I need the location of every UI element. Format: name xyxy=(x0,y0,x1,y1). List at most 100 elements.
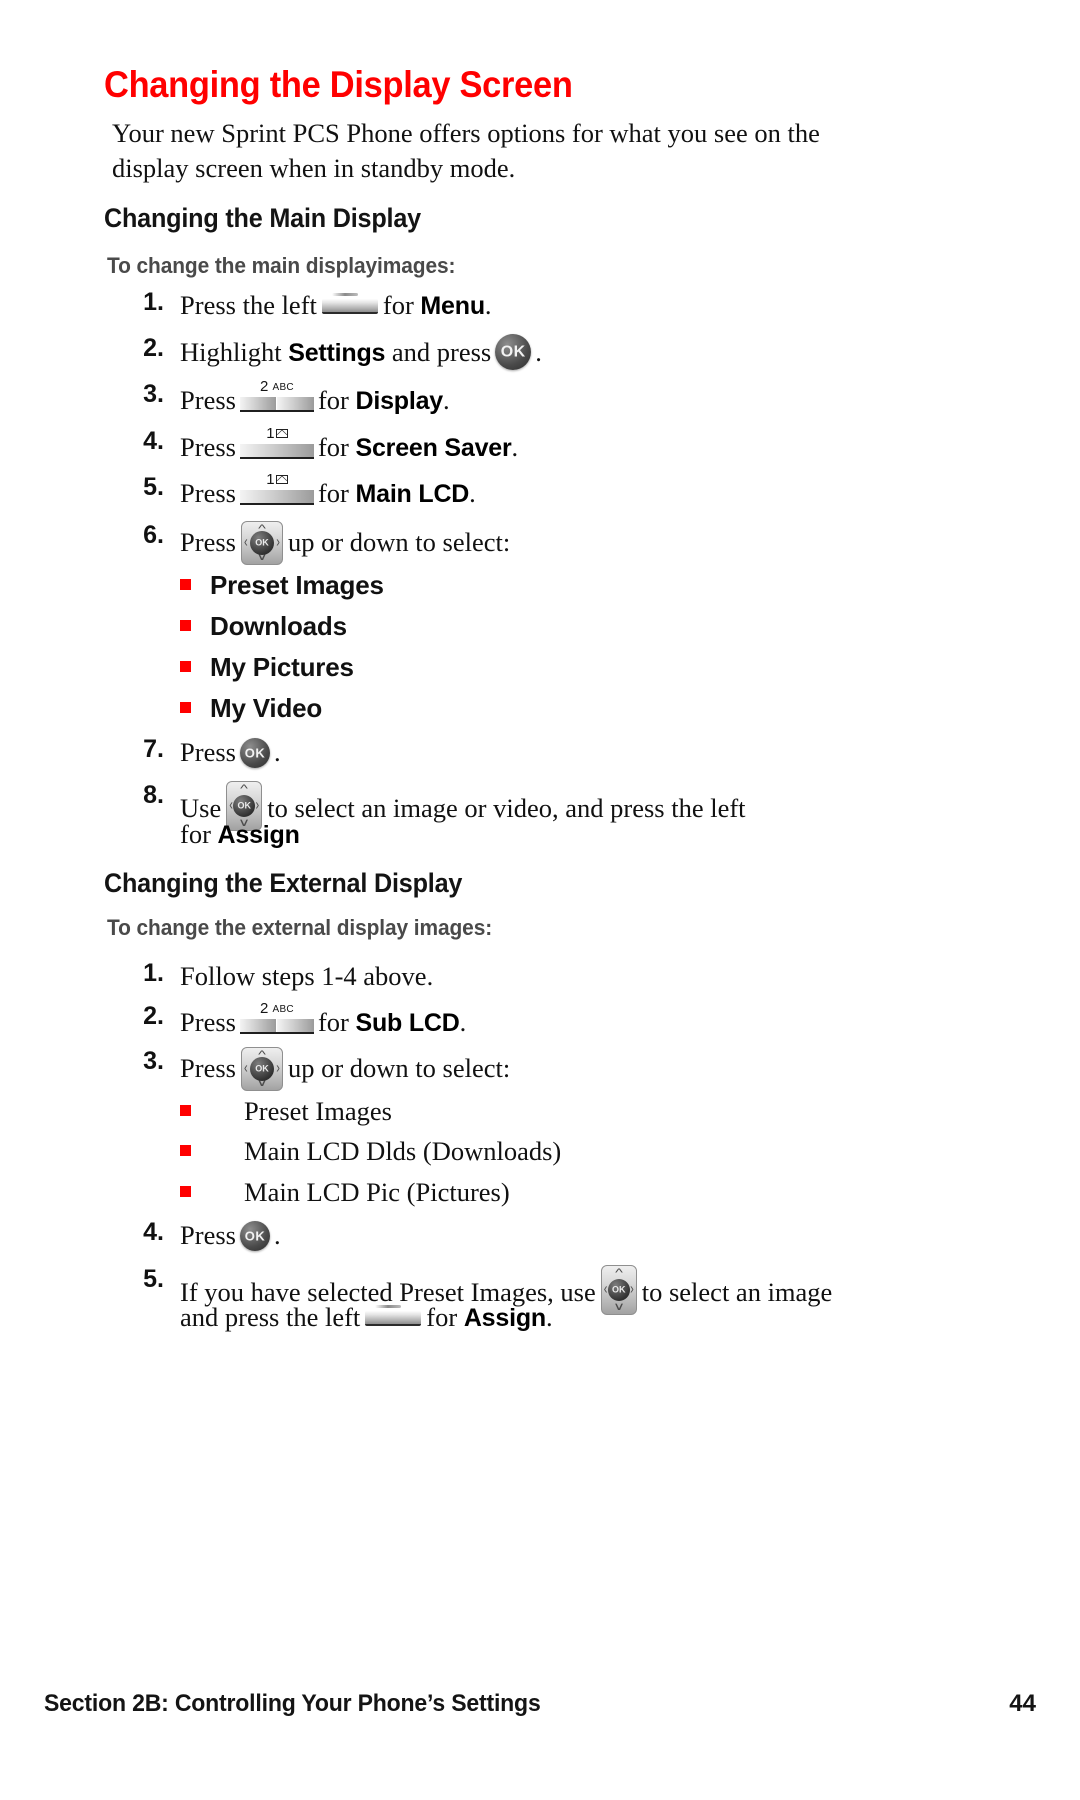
list-item: Preset Images xyxy=(180,1096,392,1127)
step-number: 4. xyxy=(143,427,164,455)
step-emphasis: Screen Saver xyxy=(355,434,512,462)
step-text-after: up or down to select: xyxy=(287,1053,511,1083)
step-text-after: for xyxy=(317,1007,349,1037)
list-item-label: Main LCD Pic (Pictures) xyxy=(244,1177,510,1207)
section-heading-main-display: Changing the Main Display xyxy=(104,203,421,233)
step-emphasis: Sub LCD xyxy=(355,1009,460,1037)
intro-paragraph: Your new Sprint PCS Phone offers options… xyxy=(112,118,820,183)
square-bullet-icon xyxy=(180,661,191,672)
key-2-icon: 2 ABC xyxy=(239,1001,314,1036)
key-label: 1 xyxy=(266,425,275,442)
step-text-before: Press xyxy=(180,527,236,557)
step-text-end: . xyxy=(469,478,476,508)
navigation-pad-icon: ^∨‹› xyxy=(240,1047,283,1091)
key-label: 1 xyxy=(266,471,275,488)
step-text-before: Press xyxy=(180,737,236,767)
step-text: for Assign xyxy=(180,817,300,853)
key-2-icon: 2 ABC xyxy=(239,378,314,414)
step-text-end: . xyxy=(273,1220,281,1250)
envelope-icon xyxy=(275,475,288,484)
page-footer: Section 2B: Controlling Your Phone’s Set… xyxy=(44,1690,1036,1724)
key-label: 2 xyxy=(259,378,269,395)
list-item: Preset Images xyxy=(180,570,384,601)
list-item: Main LCD Dlds (Downloads) xyxy=(180,1136,561,1167)
chevron-left-icon: ‹ xyxy=(243,533,248,551)
list-item-label: Downloads xyxy=(210,611,347,641)
navigation-pad-icon: ^∨‹› xyxy=(240,521,283,565)
step-text-end: . xyxy=(443,385,450,415)
list-item: Main LCD Pic (Pictures) xyxy=(180,1177,510,1208)
ok-button-icon xyxy=(495,334,532,370)
navigation-pad-icon: ^∨‹› xyxy=(600,1265,637,1315)
step-text-before: Press xyxy=(180,385,236,415)
list-item-label: My Video xyxy=(210,693,323,723)
section-subheading-main-display: To change the main displayimages: xyxy=(107,253,456,278)
step-text-after: for xyxy=(317,478,349,508)
section-subheading-external-display: To change the external display images: xyxy=(107,915,493,940)
step-emphasis: Assign xyxy=(463,1304,546,1332)
step-text-after: for xyxy=(317,432,349,462)
list-item-label: Main LCD Dlds (Downloads) xyxy=(244,1136,562,1166)
step-number: 6. xyxy=(143,521,164,549)
step-text-after: to select an image xyxy=(641,1277,833,1307)
step-text-before: Press xyxy=(180,432,236,462)
chevron-right-icon: › xyxy=(255,796,260,814)
step-text: Highlight Settings and press. xyxy=(180,334,542,371)
ok-button-icon xyxy=(607,1279,630,1301)
ok-button-icon xyxy=(249,531,274,555)
step-number: 3. xyxy=(143,380,164,408)
step-text: Press^∨‹›up or down to select: xyxy=(180,521,510,565)
square-bullet-icon xyxy=(180,1145,191,1156)
ok-button-icon xyxy=(239,1221,270,1251)
step-text-line2: for xyxy=(180,819,211,849)
step-text-after: to select an image or video, and press t… xyxy=(267,793,746,823)
key-sublabel: ABC xyxy=(272,382,294,393)
key-1-icon: 1 xyxy=(239,425,314,461)
step-text-before: Press xyxy=(180,1220,236,1250)
step-text-line2-after: for xyxy=(426,1302,458,1332)
step-text-after: for xyxy=(317,385,349,415)
step-text-end: . xyxy=(545,1302,553,1332)
step-number: 4. xyxy=(143,1218,164,1246)
square-bullet-icon xyxy=(180,620,191,631)
step-text: Press 2 ABC for Sub LCD. xyxy=(180,1001,467,1041)
square-bullet-icon xyxy=(180,1186,191,1197)
step-text: Press^∨‹›up or down to select: xyxy=(180,1047,510,1091)
list-item-label: Preset Images xyxy=(210,570,384,600)
step-text-end: . xyxy=(535,337,542,367)
envelope-icon xyxy=(275,429,288,438)
ok-button-icon xyxy=(249,1057,274,1081)
step-emphasis: Settings xyxy=(288,339,386,367)
step-text-before: Highlight xyxy=(180,337,282,367)
list-item: Downloads xyxy=(180,611,347,642)
page-title: Changing the Display Screen xyxy=(104,64,573,105)
section-heading-external-display: Changing the External Display xyxy=(104,868,463,898)
step-text-mid: and press xyxy=(391,337,492,367)
step-text-end: . xyxy=(459,1007,467,1037)
square-bullet-icon xyxy=(180,579,191,590)
step-text-end: . xyxy=(273,737,281,767)
step-number: 1. xyxy=(143,288,164,316)
step-number: 5. xyxy=(143,1265,164,1293)
list-item-label: Preset Images xyxy=(244,1096,392,1126)
footer-page-number: 44 xyxy=(1009,1690,1036,1717)
footer-section-label: Section 2B: Controlling Your Phone’s Set… xyxy=(44,1690,541,1717)
step-number: 1. xyxy=(143,959,164,987)
list-item-label: My Pictures xyxy=(210,652,354,682)
step-text-before: Press xyxy=(180,1007,236,1037)
softkey-icon xyxy=(321,292,378,316)
chevron-left-icon: ‹ xyxy=(243,1059,248,1077)
step-text-before: Press xyxy=(180,1053,236,1083)
key-1-icon: 1 xyxy=(239,471,314,507)
step-text: Press 1 for Screen Saver. xyxy=(180,425,518,466)
step-text-before: Press the left xyxy=(180,290,317,320)
list-item: My Pictures xyxy=(180,652,354,683)
step-text: and press the left for Assign. xyxy=(180,1300,553,1336)
step-emphasis: Menu xyxy=(420,292,485,320)
chevron-right-icon: › xyxy=(630,1280,634,1298)
step-number: 3. xyxy=(143,1047,164,1075)
chevron-right-icon: › xyxy=(276,533,280,551)
step-emphasis: Main LCD xyxy=(355,480,470,508)
step-text: Follow steps 1-4 above. xyxy=(180,961,434,991)
step-number: 8. xyxy=(143,781,164,809)
